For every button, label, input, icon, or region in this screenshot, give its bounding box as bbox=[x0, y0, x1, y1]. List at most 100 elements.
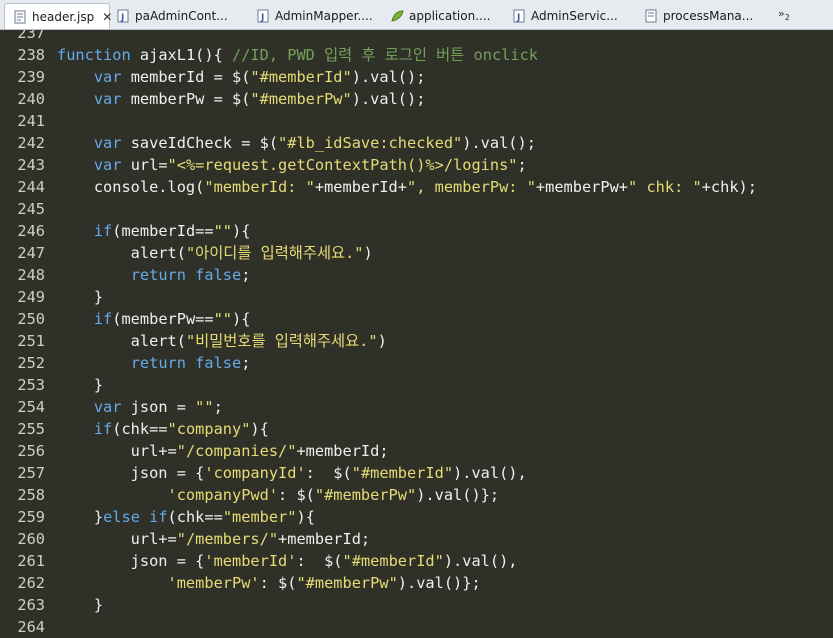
code-token: ){ bbox=[250, 420, 269, 438]
tab-adminservice[interactable]: J AdminServic... bbox=[504, 3, 636, 29]
tab-processmanager[interactable]: processMana... bbox=[636, 3, 766, 29]
code-text: var url="<%=request.getContextPath()%>/l… bbox=[57, 154, 527, 176]
keyword-token: if bbox=[93, 310, 113, 328]
code-line[interactable]: 245 bbox=[0, 198, 833, 220]
string-token: "" bbox=[213, 310, 232, 328]
text-file-icon bbox=[644, 9, 658, 23]
code-token: ).val()}; bbox=[397, 574, 481, 592]
svg-text:J: J bbox=[260, 13, 264, 23]
code-token: alert( bbox=[57, 244, 186, 262]
line-number: 251 bbox=[17, 332, 45, 350]
keyword-token: var bbox=[93, 156, 122, 174]
code-line[interactable]: 241 bbox=[0, 110, 833, 132]
code-line[interactable]: 248 return false; bbox=[0, 264, 833, 286]
code-token: : $( bbox=[305, 464, 352, 482]
code-line[interactable]: 263 } bbox=[0, 594, 833, 616]
code-line[interactable]: 255 if(chk=="company"){ bbox=[0, 418, 833, 440]
code-text: var memberPw = $("#memberPw").val(); bbox=[57, 88, 426, 110]
string-token: "#lb_idSave:checked" bbox=[278, 134, 463, 152]
string-token: 'memberPw' bbox=[167, 574, 260, 592]
code-line[interactable]: 239 var memberId = $("#memberId").val(); bbox=[0, 66, 833, 88]
tab-label: AdminServic... bbox=[531, 9, 618, 23]
code-token: ).val(); bbox=[351, 68, 426, 86]
tab-adminmapper[interactable]: J AdminMapper.... bbox=[248, 3, 384, 29]
string-token: "#memberPw" bbox=[296, 574, 398, 592]
tab-label: header.jsp bbox=[32, 9, 95, 24]
svg-text:J: J bbox=[120, 13, 124, 23]
code-line[interactable]: 257 json = {'companyId': $("#memberId").… bbox=[0, 462, 833, 484]
code-text: json = {'companyId': $("#memberId").val(… bbox=[57, 462, 527, 484]
code-text: url+="/members/"+memberId; bbox=[57, 528, 370, 550]
tab-overflow-button[interactable]: »2 bbox=[778, 7, 790, 22]
code-line[interactable]: 242 var saveIdCheck = $("#lb_idSave:chec… bbox=[0, 132, 833, 154]
code-token: json = { bbox=[57, 464, 205, 482]
code-text: }else if(chk=="member"){ bbox=[57, 506, 315, 528]
code-token: +memberId; bbox=[296, 442, 389, 460]
keyword-token: return bbox=[130, 354, 186, 372]
code-line[interactable]: 254 var json = ""; bbox=[0, 396, 833, 418]
tab-application-properties[interactable]: application.... bbox=[382, 3, 504, 29]
code-line[interactable]: 247 alert("아이디를 입력해주세요.") bbox=[0, 242, 833, 264]
editor-tab-bar: header.jsp ✕ J paAdminCont... J AdminMap… bbox=[0, 0, 833, 30]
code-line[interactable]: 240 var memberPw = $("#memberPw").val(); bbox=[0, 88, 833, 110]
line-number: 239 bbox=[17, 68, 45, 86]
code-line[interactable]: 256 url+="/companies/"+memberId; bbox=[0, 440, 833, 462]
line-number: 248 bbox=[17, 266, 45, 284]
code-line[interactable]: 261 json = {'memberId': $("#memberId").v… bbox=[0, 550, 833, 572]
code-line[interactable]: 249 } bbox=[0, 286, 833, 308]
code-line[interactable]: 258 'companyPwd': $("#memberPw").val()}; bbox=[0, 484, 833, 506]
code-token: } bbox=[57, 288, 104, 306]
code-token: : $( bbox=[259, 574, 297, 592]
code-line[interactable]: 238 function ajaxL1(){ //ID, PWD 입력 후 로그인… bbox=[0, 44, 833, 66]
string-token: "#memberId" bbox=[342, 552, 444, 570]
comment-token: //ID, PWD 입력 후 로그인 버튼 onclick bbox=[232, 46, 538, 64]
code-token: json = { bbox=[57, 552, 205, 570]
code-line[interactable]: 237 bbox=[0, 30, 833, 44]
code-line[interactable]: 260 url+="/members/"+memberId; bbox=[0, 528, 833, 550]
code-token: } bbox=[57, 376, 104, 394]
code-line[interactable]: 251 alert("비밀번호를 입력해주세요.") bbox=[0, 330, 833, 352]
line-number: 244 bbox=[17, 178, 45, 196]
code-line[interactable]: 244 console.log("memberId: "+memberId+",… bbox=[0, 176, 833, 198]
line-number: 255 bbox=[17, 420, 45, 438]
code-text: console.log("memberId: "+memberId+", mem… bbox=[57, 176, 757, 198]
code-token: : $( bbox=[296, 552, 343, 570]
code-text: return false; bbox=[57, 264, 251, 286]
code-token: +memberId+ bbox=[314, 178, 407, 196]
keyword-token: if bbox=[149, 508, 168, 526]
tab-label: application.... bbox=[409, 9, 491, 23]
code-line[interactable]: 262 'memberPw': $("#memberPw").val()}; bbox=[0, 572, 833, 594]
tab-label: AdminMapper.... bbox=[275, 9, 373, 23]
string-token: "/companies/" bbox=[176, 442, 297, 460]
java-file-icon: J bbox=[116, 9, 130, 23]
code-line[interactable]: 259 }else if(chk=="member"){ bbox=[0, 506, 833, 528]
tab-label: paAdminCont... bbox=[135, 9, 228, 23]
code-token: +memberId; bbox=[278, 530, 371, 548]
code-text: } bbox=[57, 594, 103, 616]
tab-paadmincontroller[interactable]: J paAdminCont... bbox=[108, 3, 248, 29]
code-token: ){ bbox=[232, 310, 251, 328]
code-token: ).val()}; bbox=[416, 486, 500, 504]
code-line[interactable]: 250 if(memberPw==""){ bbox=[0, 308, 833, 330]
code-text: var json = ""; bbox=[57, 396, 223, 418]
code-line[interactable]: 264 bbox=[0, 616, 833, 638]
string-token: "<%=request.getContextPath()%>/logins" bbox=[167, 156, 518, 174]
tab-header-jsp[interactable]: header.jsp ✕ bbox=[4, 3, 112, 29]
string-token: "#memberId" bbox=[250, 68, 352, 86]
code-line[interactable]: 253 } bbox=[0, 374, 833, 396]
code-line[interactable]: 252 return false; bbox=[0, 352, 833, 374]
code-text: alert("아이디를 입력해주세요.") bbox=[57, 242, 373, 264]
code-token: memberPw = $( bbox=[121, 90, 251, 108]
line-number: 253 bbox=[17, 376, 45, 394]
code-editor[interactable]: 237 238 function ajaxL1(){ //ID, PWD 입력 후 … bbox=[0, 30, 833, 638]
code-line[interactable]: 246 if(memberId==""){ bbox=[0, 220, 833, 242]
code-token: (chk== bbox=[112, 420, 168, 438]
string-token: "#memberPw" bbox=[314, 486, 417, 504]
code-token: memberId = $( bbox=[121, 68, 251, 86]
code-text: if(memberId==""){ bbox=[57, 220, 251, 242]
code-line[interactable]: 243 var url="<%=request.getContextPath()… bbox=[0, 154, 833, 176]
